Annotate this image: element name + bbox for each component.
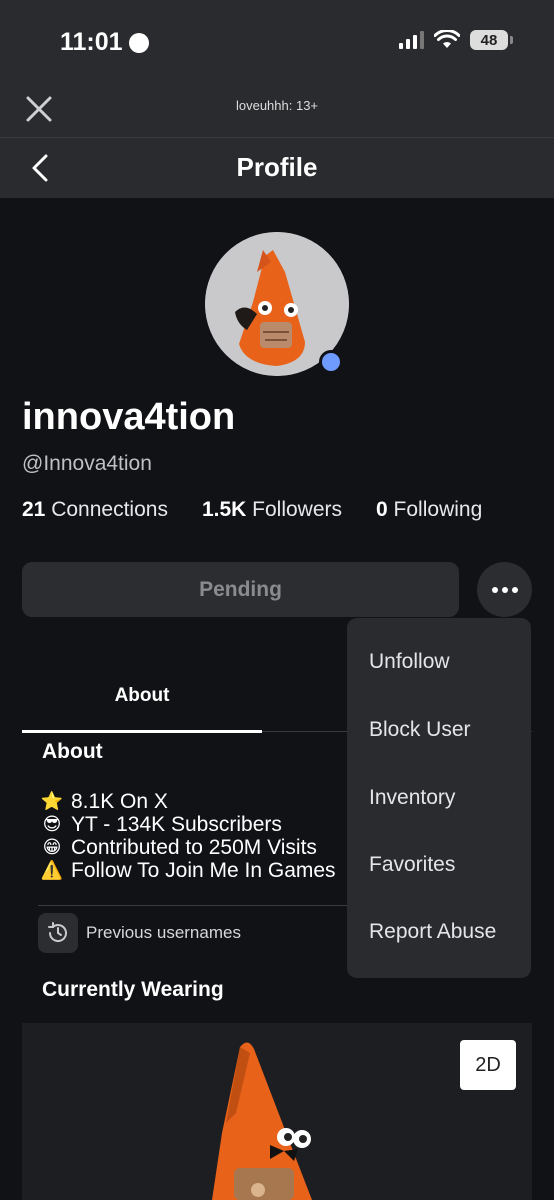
avatar-3d-image [212, 1042, 312, 1200]
menu-item-report-abuse[interactable]: Report Abuse [369, 920, 496, 944]
more-dot-icon [511, 586, 518, 593]
recording-indicator-icon [128, 32, 149, 53]
clock-text: 11:01 [60, 28, 123, 56]
bio-line: ⭐ 8.1K On X [38, 790, 348, 813]
menu-item-favorites[interactable]: Favorites [369, 853, 455, 877]
experience-topbar: loveuhhh: 13+ [0, 80, 554, 138]
battery-level: 48 [480, 31, 498, 49]
toggle-2d-button[interactable]: 2D [460, 1040, 516, 1090]
experience-title: loveuhhh: 13+ [235, 98, 319, 113]
bio-line-text: 8.1K On X [71, 790, 168, 813]
history-glyph [48, 922, 67, 942]
stat-count: 21 [22, 498, 46, 521]
status-time: 11:01 [60, 28, 149, 57]
tab-about[interactable]: About [22, 665, 262, 733]
menu-item-unfollow[interactable]: Unfollow [369, 650, 450, 674]
bio-line-text: Follow To Join Me In Games [71, 859, 336, 882]
display-name: innova4tion [22, 396, 236, 438]
grin-face-icon: 😁 [42, 837, 62, 857]
more-options-menu: Unfollow Block User Inventory Favorites … [347, 618, 531, 978]
warning-icon: ⚠️ [40, 860, 64, 880]
bio-line: ⚠️ Follow To Join Me In Games [38, 859, 348, 882]
cellular-signal-icon [399, 31, 424, 49]
bio-line: 😎 YT - 134K Subscribers [38, 813, 348, 836]
stat-label: Following [393, 498, 483, 521]
stat-following[interactable]: 0 Following [376, 498, 482, 522]
previous-usernames-label: Previous usernames [86, 923, 241, 942]
star-icon: ⭐ [40, 791, 64, 811]
bio-line-text: Contributed to 250M Visits [71, 836, 317, 859]
currently-wearing-heading: Currently Wearing [42, 978, 224, 1001]
bio-text: ⭐ 8.1K On X 😎 YT - 134K Subscribers 😁 Co… [38, 790, 348, 882]
username: @Innova4tion [22, 452, 152, 475]
page-title: Profile [236, 152, 318, 182]
history-icon [38, 913, 78, 953]
bio-line: 😁 Contributed to 250M Visits [38, 836, 348, 859]
battery-icon: 48 [470, 30, 513, 50]
pending-button[interactable]: Pending [22, 562, 459, 617]
avatar-3d-viewer[interactable] [22, 1023, 532, 1200]
stat-connections[interactable]: 21 Connections [22, 498, 168, 522]
online-status-indicator [319, 350, 343, 374]
bio-divider [38, 905, 348, 906]
status-icons: 48 [399, 30, 513, 50]
sunglasses-face-icon: 😎 [42, 814, 62, 834]
menu-item-inventory[interactable]: Inventory [369, 786, 455, 810]
more-dot-icon [501, 586, 508, 593]
stat-count: 0 [376, 498, 388, 521]
stat-label: Connections [51, 498, 168, 521]
stat-followers[interactable]: 1.5K Followers [202, 498, 342, 522]
profile-navbar: Profile [0, 138, 554, 198]
stat-count: 1.5K [201, 498, 247, 521]
wifi-icon [434, 30, 460, 48]
previous-usernames-button[interactable]: Previous usernames [38, 913, 241, 953]
stat-label: Followers [252, 498, 343, 521]
status-bar: 11:01 48 [0, 0, 554, 80]
menu-item-block-user[interactable]: Block User [369, 718, 471, 742]
tab-active-indicator [22, 730, 262, 733]
profile-stats: 21 Connections 1.5K Followers 0 Followin… [22, 498, 482, 522]
more-dot-icon [491, 586, 498, 593]
more-options-button[interactable] [477, 562, 532, 617]
about-heading: About [42, 740, 103, 763]
bio-line-text: YT - 134K Subscribers [71, 813, 282, 836]
